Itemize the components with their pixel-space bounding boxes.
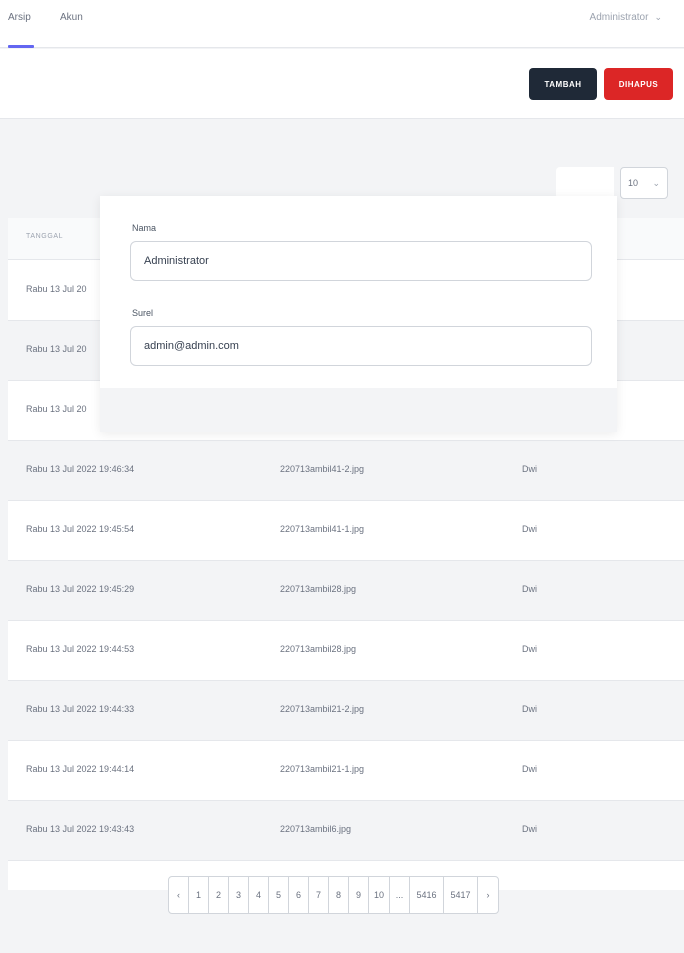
cell-date: Rabu 13 Jul 20 [26,284,87,294]
cell-file[interactable]: 220713ambil28.jpg [280,644,356,654]
table-row[interactable]: Rabu 13 Jul 2022 19:45:54 220713ambil41-… [8,501,684,561]
table-row[interactable]: Rabu 13 Jul 2022 19:44:33 220713ambil21-… [8,681,684,741]
prev-page-icon[interactable]: ‹ [169,877,189,913]
cell-date: Rabu 13 Jul 2022 19:46:34 [26,464,135,474]
cell-date: Rabu 13 Jul 20 [26,344,87,354]
page-5416[interactable]: 5416 [410,877,445,913]
table-row[interactable]: Rabu 13 Jul 2022 19:46:34 220713ambil41-… [8,441,684,501]
cell-user: Dwi [522,704,537,714]
page-4[interactable]: 4 [249,877,269,913]
email-field[interactable] [130,326,592,366]
page-8[interactable]: 8 [329,877,349,913]
cell-date: Rabu 13 Jul 2022 19:44:53 [26,644,135,654]
page-6[interactable]: 6 [289,877,309,913]
cell-date: Rabu 13 Jul 2022 19:45:54 [26,524,135,534]
top-navbar: Arsip Akun Administrator ⌄ [0,0,684,48]
name-field[interactable] [130,241,592,281]
cell-user: Dwi [522,764,537,774]
user-menu[interactable]: Administrator ⌄ [590,12,662,23]
page-5[interactable]: 5 [269,877,289,913]
cell-user: Dwi [522,584,537,594]
search-input[interactable] [556,167,614,199]
cell-file[interactable]: 220713ambil21-1.jpg [280,764,364,774]
name-label: Nama [132,223,157,233]
table-row[interactable]: Rabu 13 Jul 2022 19:45:29 220713ambil28.… [8,561,684,621]
cell-file[interactable]: 220713ambil41-2.jpg [280,464,364,474]
chevron-down-icon: ⌄ [654,12,662,22]
page-3[interactable]: 3 [229,877,249,913]
nav-link-arsip[interactable]: Arsip [8,12,31,23]
cell-file[interactable]: 220713ambil41-1.jpg [280,524,364,534]
table-row[interactable]: Rabu 13 Jul 2022 19:44:53 220713ambil28.… [8,621,684,681]
cell-date: Rabu 13 Jul 2022 19:43:43 [26,824,135,834]
cell-user: Dwi [522,824,537,834]
cell-date: Rabu 13 Jul 2022 19:44:33 [26,704,135,714]
cell-date: Rabu 13 Jul 2022 19:45:29 [26,584,135,594]
page-5417[interactable]: 5417 [444,877,479,913]
user-name: Administrator [589,12,649,23]
page-2[interactable]: 2 [209,877,229,913]
email-label: Surel [132,308,154,318]
cell-date: Rabu 13 Jul 20 [26,404,87,414]
page-ellipsis: ... [390,877,411,913]
cell-date: Rabu 13 Jul 2022 19:44:14 [26,764,135,774]
cell-file[interactable]: 220713ambil6.jpg [280,824,351,834]
cell-user: Dwi [522,524,537,534]
profile-modal: Nama Surel [100,196,617,432]
page-10[interactable]: 10 [369,877,391,913]
per-page-value: 10 [628,178,639,188]
per-page-select[interactable]: 10 ⌄ [620,167,668,199]
page-1[interactable]: 1 [189,877,209,913]
column-header-date[interactable]: TANGGAL [26,233,63,240]
cell-file[interactable]: 220713ambil21-2.jpg [280,704,364,714]
cell-user: Dwi [522,464,537,474]
active-nav-indicator [8,45,34,48]
page-7[interactable]: 7 [309,877,329,913]
modal-body: Nama Surel [100,196,617,388]
pagination: ‹ 1 2 3 4 5 6 7 8 9 10 ... 5416 5417 › [168,876,500,914]
table-row[interactable]: Rabu 13 Jul 2022 19:43:43 220713ambil6.j… [8,801,684,861]
next-page-icon[interactable]: › [478,877,498,913]
nav-link-akun[interactable]: Akun [60,12,83,23]
page-header: TAMBAH DIHAPUS [0,49,684,119]
modal-footer [100,388,617,432]
delete-button[interactable]: DIHAPUS [604,68,673,100]
page-9[interactable]: 9 [349,877,369,913]
cell-file[interactable]: 220713ambil28.jpg [280,584,356,594]
table-row[interactable]: Rabu 13 Jul 2022 19:44:14 220713ambil21-… [8,741,684,801]
add-button[interactable]: TAMBAH [529,68,597,100]
chevron-down-icon: ⌄ [652,177,660,188]
cell-user: Dwi [522,644,537,654]
